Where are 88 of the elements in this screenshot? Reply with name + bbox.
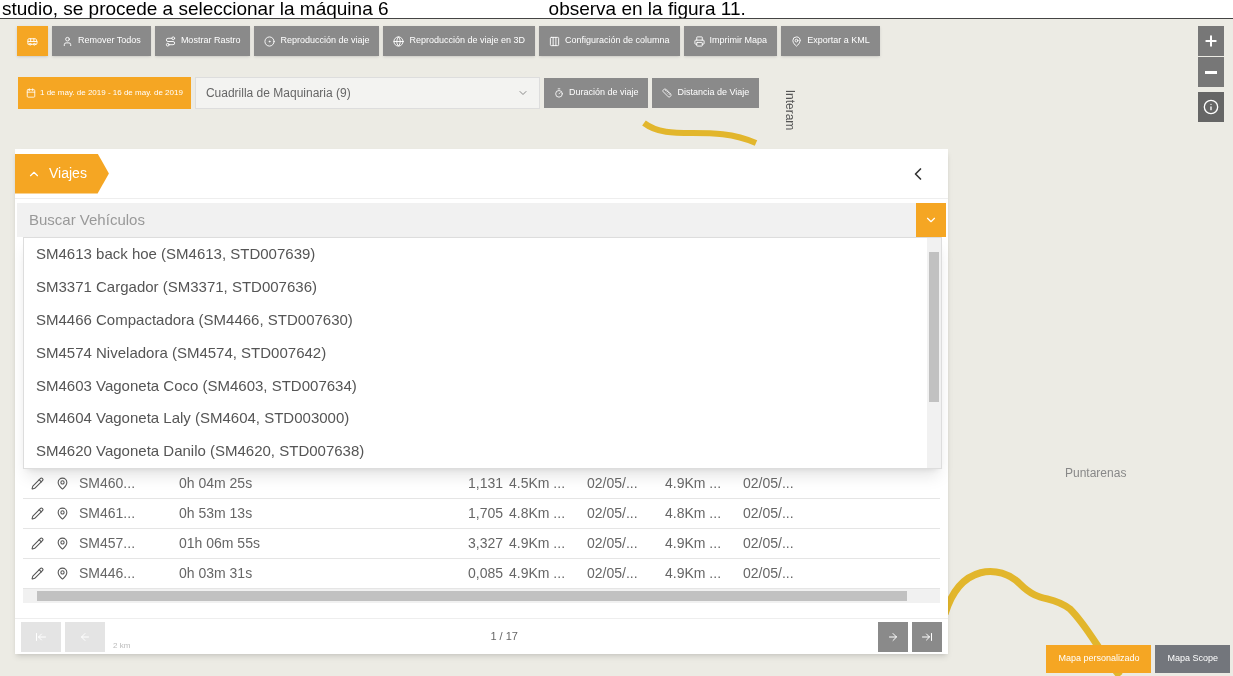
table-cell-text: 4.8Km ...: [509, 504, 567, 523]
search-input[interactable]: Buscar Vehículos: [29, 208, 429, 232]
page-indicator: 1 / 17: [490, 629, 518, 645]
table-cell-text: SM460...: [79, 474, 137, 493]
plus-icon: [1203, 33, 1219, 49]
zoom-in-button[interactable]: [1198, 26, 1224, 56]
table-cell-text: 02/05/...: [743, 474, 795, 493]
date-range-button[interactable]: 1 de may. de 2019 - 16 de may. de 2019: [18, 77, 191, 109]
dropdown-option[interactable]: SM4613 back hoe (SM4613, STD007639): [24, 238, 927, 271]
table-cell-text: 0h 04m 25s: [179, 474, 254, 493]
table-cell-text: SM457...: [79, 534, 137, 553]
dropdown-option[interactable]: SM4574 Niveladora (SM4574, STD007642): [24, 336, 927, 370]
ruler-icon: [662, 88, 673, 98]
next-icon: [887, 630, 899, 643]
table-cell-text: 3,327: [466, 534, 504, 553]
table-cell-text: 4.8Km ...: [665, 504, 723, 523]
table-cell-text: 01h 06m 55s: [179, 534, 261, 553]
columns-icon: [549, 35, 561, 47]
minus-icon: [1205, 70, 1217, 74]
map-pin-icon[interactable]: [56, 537, 69, 550]
toolbar-button[interactable]: Mostrar Rastro: [154, 26, 251, 56]
printer-icon: [693, 35, 705, 47]
table-cell-text: 0h 53m 13s: [179, 504, 254, 523]
table-cell-text: 4.9Km ...: [665, 564, 723, 583]
info-button[interactable]: [1198, 92, 1224, 122]
table-cell-text: SM461...: [79, 504, 137, 523]
table-cell-text: SM446...: [79, 564, 137, 583]
table-cell-text: 4.9Km ...: [509, 534, 567, 553]
dropdown-option[interactable]: SM4603 Vagoneta Coco (SM4603, STD007634): [24, 369, 927, 403]
scrollbar[interactable]: [927, 238, 941, 468]
next-page-button[interactable]: [878, 621, 908, 652]
table-cell-text: 4.9Km ...: [665, 474, 723, 493]
table-cell-text: 02/05/...: [743, 534, 795, 553]
dropdown-toggle[interactable]: [916, 203, 946, 237]
toolbar-button[interactable]: Remover Todos: [52, 26, 151, 56]
table-cell-text: 1,131: [466, 474, 504, 493]
map-pin-icon[interactable]: [56, 567, 69, 580]
edit-icon[interactable]: [31, 507, 44, 520]
dropdown-option[interactable]: SM3371 Cargador (SM3371, STD007636): [24, 270, 927, 304]
map-type-button[interactable]: Mapa personalizado: [1046, 645, 1152, 673]
dropdown-option[interactable]: SM4466 Compactadora (SM4466, STD007630): [24, 303, 927, 337]
table-cell-text: 4.5Km ...: [509, 474, 567, 493]
globe-icon: [393, 35, 405, 47]
search-field[interactable]: Buscar Vehículos: [17, 203, 946, 237]
bus-icon: [27, 35, 38, 47]
person-icon: [62, 35, 73, 47]
map-label: Puntarenas: [1065, 465, 1127, 482]
table-cell-text: 4.9Km ...: [665, 534, 723, 553]
table-cell-text: 02/05/...: [587, 504, 639, 523]
group-select[interactable]: Cuadrilla de Maquinaria (9): [194, 77, 540, 109]
last-page-icon: [921, 630, 933, 643]
table-cell-text: 02/05/...: [587, 474, 639, 493]
trips-tab[interactable]: Viajes: [15, 153, 109, 194]
map-pin-icon[interactable]: [56, 507, 69, 520]
toolbar-button[interactable]: Configuración de columna: [539, 26, 680, 56]
dropdown-option[interactable]: SM4620 Vagoneta Danilo (SM4620, STD007638): [24, 435, 927, 468]
edit-icon[interactable]: [31, 537, 44, 550]
map-type-button[interactable]: Mapa Scope: [1155, 645, 1230, 673]
map-pin-icon: [791, 35, 803, 47]
filter-button[interactable]: Distancia de Viaje: [652, 78, 760, 108]
table-cell-text: 0,085: [466, 564, 504, 583]
table-cell-text: 02/05/...: [743, 564, 795, 583]
dropdown-option[interactable]: SM4604 Vagoneta Laly (SM4604, STD003000): [24, 402, 927, 436]
route-icon: [164, 35, 176, 47]
last-page-button[interactable]: [912, 621, 942, 652]
table-cell-text: 0h 03m 31s: [179, 564, 254, 583]
toolbar-button[interactable]: Reproducción de viaje en 3D: [383, 26, 536, 56]
filter-button[interactable]: Duración de viaje: [543, 78, 649, 108]
table-cell-text: 4.9Km ...: [509, 564, 567, 583]
horizontal-scrollbar[interactable]: [23, 589, 940, 603]
first-page-icon: [35, 630, 47, 643]
target-icon: [264, 35, 276, 47]
toolbar-button[interactable]: Reproducción de viaje: [254, 26, 380, 56]
zoom-out-button[interactable]: [1198, 57, 1224, 87]
table-cell-text: 1,705: [466, 504, 504, 523]
timer-icon: [553, 88, 564, 98]
tab-label: Viajes: [49, 164, 87, 183]
edit-icon[interactable]: [31, 567, 44, 580]
table-cell-text: 02/05/...: [743, 504, 795, 523]
map-pin-icon[interactable]: [56, 477, 69, 490]
toolbar-button[interactable]: Exportar a KML: [781, 26, 880, 56]
calendar-icon: [26, 88, 36, 98]
table-cell-text: 02/05/...: [587, 534, 639, 553]
table-cell-text: 02/05/...: [587, 564, 639, 583]
toolbar-button[interactable]: Imprimir Mapa: [683, 26, 778, 56]
map-label: Interam: [783, 89, 798, 131]
edit-icon[interactable]: [31, 477, 44, 490]
info-icon: [1203, 99, 1219, 115]
